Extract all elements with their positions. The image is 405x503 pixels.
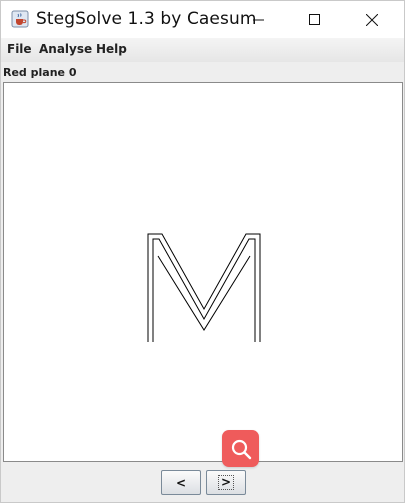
title-bar[interactable]: StegSolve 1.3 by Caesum: [1, 1, 404, 38]
menu-bar: File Analyse Help: [1, 38, 404, 62]
close-icon: [366, 13, 378, 26]
minimize-icon: [253, 19, 264, 20]
menu-analyse[interactable]: Analyse: [39, 42, 92, 56]
previous-label: <: [175, 475, 187, 490]
next-plane-button[interactable]: >: [206, 470, 246, 495]
maximize-icon: [309, 13, 320, 25]
letter-m-outline-image: [147, 233, 261, 342]
plane-label: Red plane 0: [3, 66, 77, 79]
next-label: >: [217, 475, 235, 490]
search-icon: [231, 439, 251, 459]
previous-plane-button[interactable]: <: [161, 470, 201, 495]
minimize-button[interactable]: [236, 1, 282, 38]
java-cup-icon: [11, 10, 29, 28]
menu-help[interactable]: Help: [96, 42, 127, 56]
window-title: StegSolve 1.3 by Caesum: [36, 9, 257, 29]
menu-file[interactable]: File: [7, 42, 32, 56]
stegsolve-window: StegSolve 1.3 by Caesum File Analyse Hel…: [0, 0, 405, 503]
image-canvas[interactable]: [3, 82, 403, 462]
close-button[interactable]: [349, 1, 395, 38]
search-overlay-button[interactable]: [222, 430, 259, 467]
maximize-button[interactable]: [292, 1, 338, 38]
